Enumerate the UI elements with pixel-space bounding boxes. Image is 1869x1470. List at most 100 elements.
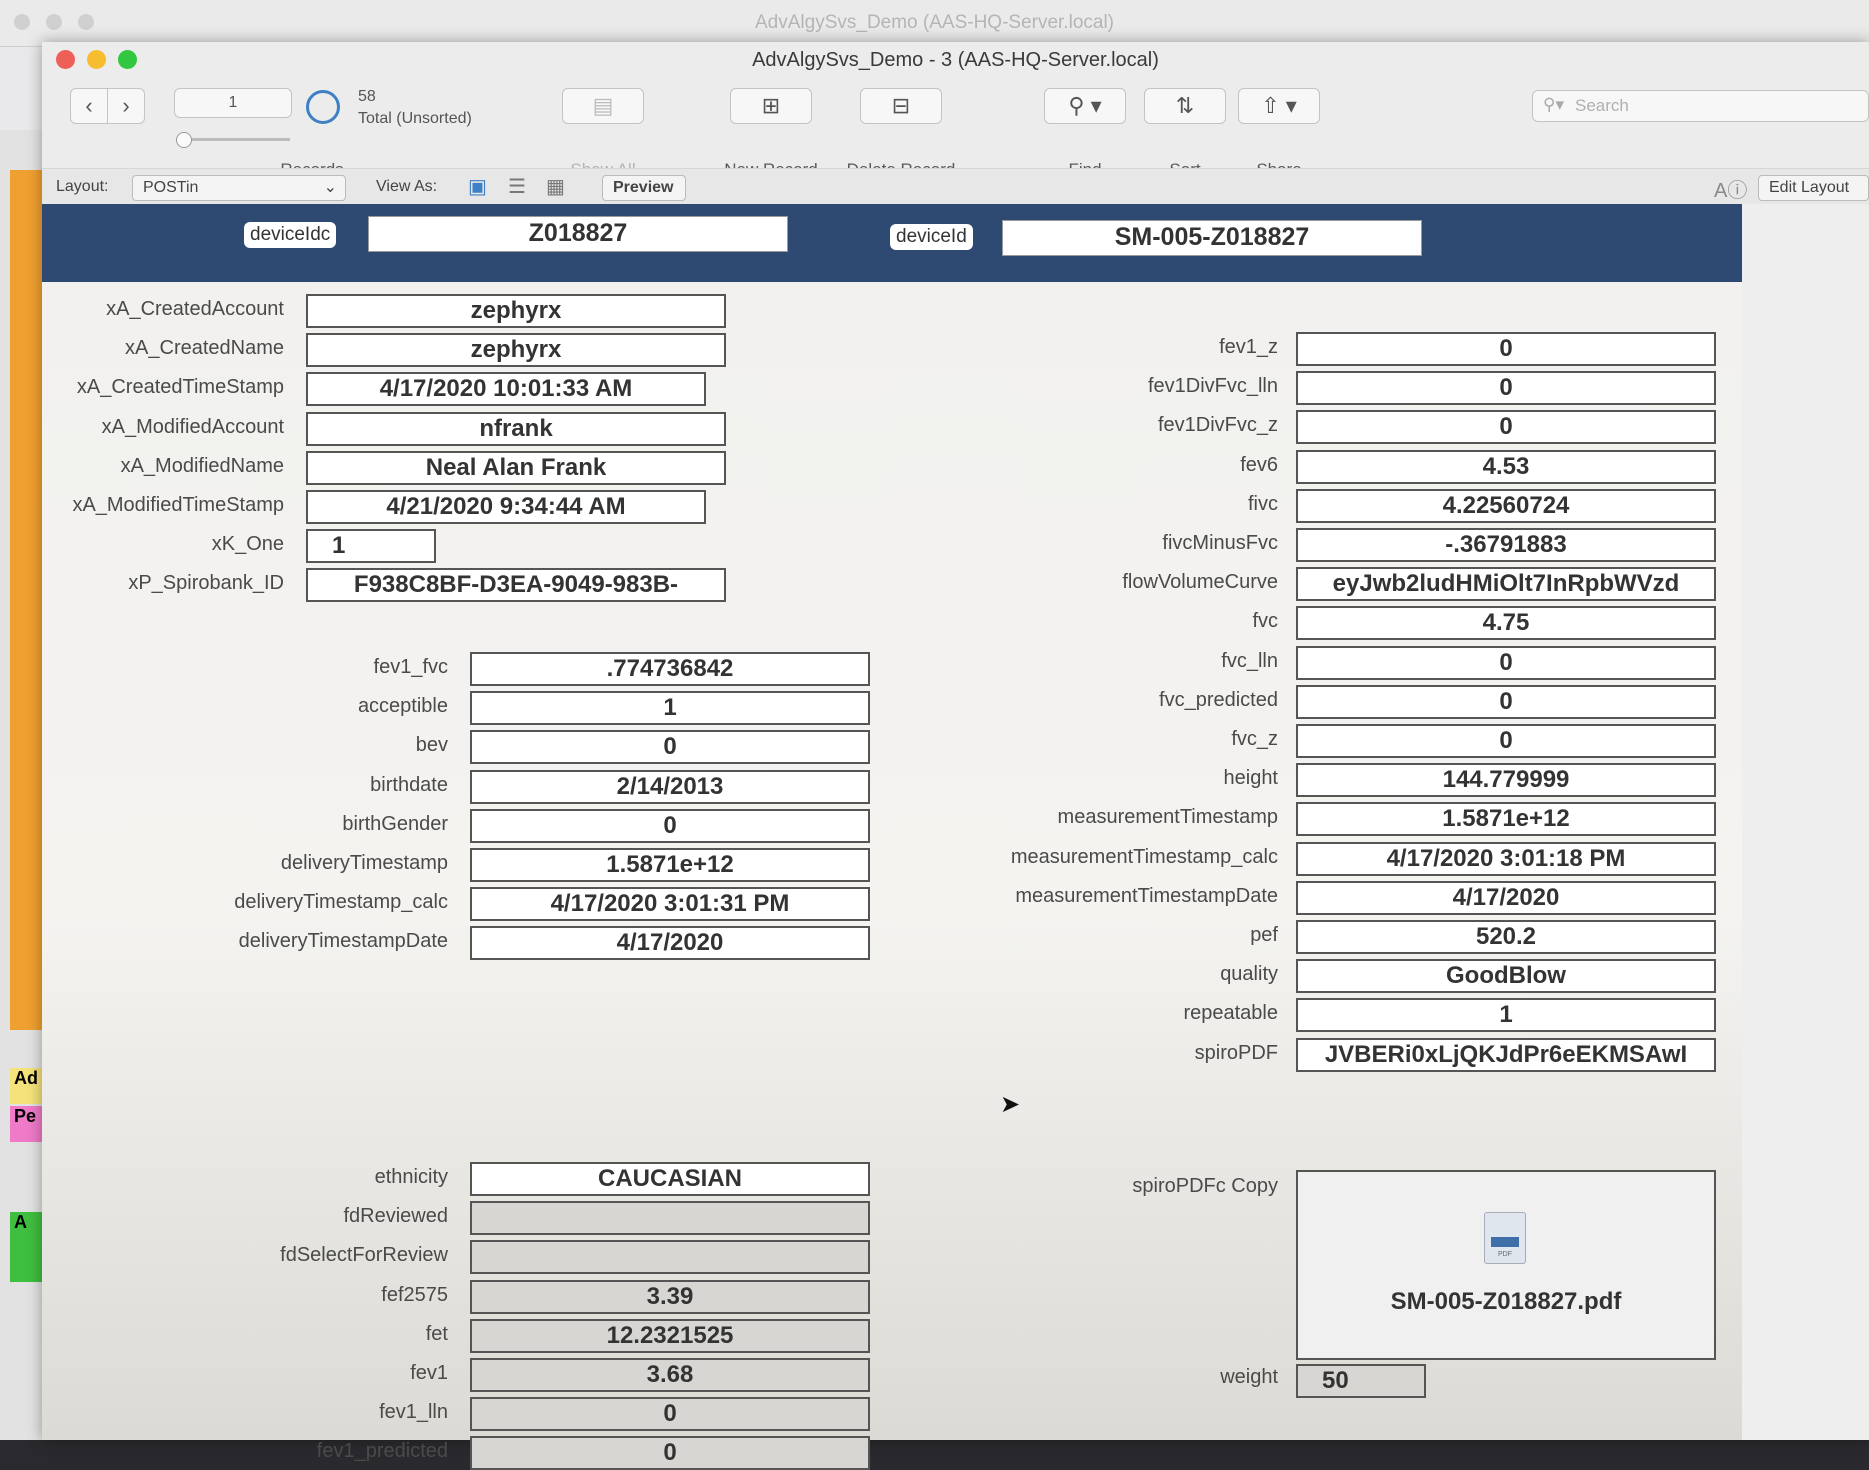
field-value[interactable]: 0 xyxy=(1296,645,1716,680)
field-value[interactable]: 3.39 xyxy=(470,1279,870,1314)
field-value[interactable]: 0 xyxy=(1296,410,1716,445)
share-button[interactable]: ⇧ ▾ xyxy=(1238,88,1320,124)
field-value[interactable]: 4/21/2020 9:34:44 AM xyxy=(306,490,706,524)
field-value[interactable]: 0 xyxy=(1296,371,1716,406)
field-value[interactable]: 1 xyxy=(1296,998,1716,1033)
delete-record-button[interactable]: ⊟ xyxy=(860,88,942,124)
field-label: height xyxy=(1223,767,1279,790)
sort-button[interactable]: ⇅ xyxy=(1144,88,1226,124)
list-view-icon[interactable]: ☰ xyxy=(508,174,526,199)
bg-item-pe[interactable]: Pe xyxy=(10,1106,42,1142)
field-value[interactable]: 1.5871e+12 xyxy=(470,848,870,882)
field-label: fdSelectForReview xyxy=(280,1244,448,1267)
field-value[interactable]: 1 xyxy=(306,529,436,564)
search-field[interactable]: ⚲▾ Search xyxy=(1532,90,1869,122)
field-value[interactable]: 3.68 xyxy=(470,1358,870,1392)
field-label: fivcMinusFvc xyxy=(1162,532,1278,554)
field-value[interactable]: 0 xyxy=(470,730,870,765)
field-value[interactable]: eyJwb2ludHMiOlt7InRpbWVzd xyxy=(1296,567,1716,602)
field-value[interactable]: Neal Alan Frank xyxy=(306,450,726,485)
field-value[interactable]: 4/17/2020 xyxy=(470,926,870,961)
field-value[interactable]: 0 xyxy=(470,1397,870,1432)
bg-item-ad[interactable]: Ad xyxy=(10,1068,42,1104)
field-label: xA_ModifiedAccount xyxy=(101,415,284,438)
field-value[interactable]: 4/17/2020 xyxy=(1296,880,1716,915)
field-value[interactable]: nfrank xyxy=(306,411,726,446)
field-label: acceptible xyxy=(357,695,448,718)
field-label: xA_CreatedName xyxy=(125,337,284,360)
field-label: fev1 xyxy=(410,1362,448,1384)
weight-field[interactable]: 50 xyxy=(1296,1364,1426,1398)
field-value[interactable]: -.36791883 xyxy=(1296,528,1716,562)
field-label: birthdate xyxy=(370,773,448,796)
field-value[interactable]: 4.22560724 xyxy=(1296,488,1716,523)
field-value[interactable]: CAUCASIAN xyxy=(470,1162,870,1196)
field-value[interactable]: .774736842 xyxy=(470,652,870,686)
pdf-file-icon-caption: PDF xyxy=(1498,1251,1512,1258)
pdf-container-field[interactable]: PDF SM-005-Z018827.pdf xyxy=(1296,1170,1716,1360)
pdf-file-icon-band xyxy=(1491,1237,1519,1247)
field-value[interactable]: 2/14/2013 xyxy=(470,769,870,804)
deviceid-field[interactable]: SM-005-Z018827 xyxy=(1002,220,1422,256)
preview-button[interactable]: Preview xyxy=(602,175,686,201)
pdf-filename: SM-005-Z018827.pdf xyxy=(1390,1288,1622,1315)
field-value[interactable]: 144.779999 xyxy=(1296,763,1716,798)
record-slider-thumb[interactable] xyxy=(176,132,192,148)
edit-layout-button[interactable]: Edit Layout xyxy=(1758,175,1869,201)
layout-select[interactable]: POSTin ⌄ xyxy=(132,175,346,201)
records-pie-icon xyxy=(306,90,340,124)
field-value[interactable]: 0 xyxy=(1296,724,1716,758)
text-format-icon[interactable]: Aⓘ xyxy=(1714,174,1747,203)
field-value[interactable]: 4.53 xyxy=(1296,449,1716,484)
field-value[interactable]: JVBERi0xLjQKJdPr6eEKMSAwI xyxy=(1296,1037,1716,1072)
window-title: AdvAlgySvs_Demo - 3 (AAS-HQ-Server.local… xyxy=(752,49,1159,71)
minus-icon: ⊟ xyxy=(891,93,911,118)
field-value[interactable]: 0 xyxy=(1296,332,1716,366)
new-record-button[interactable]: ⊞ xyxy=(730,88,812,124)
mouse-cursor-icon: ➤ xyxy=(1000,1091,1021,1118)
field-value[interactable]: zephyrx xyxy=(306,333,726,368)
field-value[interactable]: 0 xyxy=(1296,684,1716,719)
form-view-icon[interactable]: ▣ xyxy=(468,174,487,199)
background-window-titlebar: AdvAlgySvs_Demo (AAS-HQ-Server.local) xyxy=(0,0,1869,47)
field-label: fev1DivFvc_lln xyxy=(1147,375,1278,398)
layout-label: Layout: xyxy=(56,178,109,195)
deviceidc-label: deviceIdc xyxy=(244,222,337,248)
field-value[interactable]: 1 xyxy=(470,691,870,726)
show-all-button[interactable]: ▤ xyxy=(562,88,644,124)
field-value[interactable]: F938C8BF-D3EA-9049-983B- xyxy=(306,568,726,603)
field-value[interactable]: 1.5871e+12 xyxy=(1296,802,1716,837)
view-as-label: View As: xyxy=(376,178,438,195)
table-view-icon[interactable]: ▦ xyxy=(546,174,565,199)
field-label: repeatable xyxy=(1183,1002,1278,1025)
field-label: measurementTimestampDate xyxy=(1015,884,1278,907)
field-value[interactable]: 4/17/2020 3:01:31 PM xyxy=(470,887,870,922)
field-value[interactable]: GoodBlow xyxy=(1296,959,1716,994)
background-sidebar: La Ad Pe A xyxy=(0,130,42,1440)
plus-icon: ⊞ xyxy=(761,93,781,118)
field-label: flowVolumeCurve xyxy=(1122,571,1278,594)
previous-record-button[interactable]: ‹ xyxy=(70,88,108,124)
field-value[interactable] xyxy=(470,1240,870,1275)
show-all-icon: ▤ xyxy=(592,93,614,118)
record-slider-track[interactable] xyxy=(176,138,290,141)
next-record-button[interactable]: › xyxy=(107,88,145,124)
field-value[interactable]: 0 xyxy=(470,808,870,843)
record-number-input[interactable]: 1 xyxy=(174,88,292,118)
bg-item-a[interactable]: A xyxy=(10,1212,42,1282)
field-label: fev1_predicted xyxy=(316,1440,448,1463)
field-value[interactable]: zephyrx xyxy=(306,294,726,328)
find-button[interactable]: ⚲ ▾ xyxy=(1044,88,1126,124)
field-value[interactable]: 520.2 xyxy=(1296,920,1716,954)
field-value[interactable]: 0 xyxy=(470,1436,870,1470)
deviceidc-field[interactable]: Z018827 xyxy=(368,216,788,252)
field-value[interactable]: 4/17/2020 3:01:18 PM xyxy=(1296,841,1716,876)
search-placeholder: Search xyxy=(1575,96,1629,115)
field-value[interactable] xyxy=(470,1201,870,1236)
field-value[interactable]: 12.2321525 xyxy=(470,1318,870,1353)
field-label: fvc_predicted xyxy=(1159,688,1278,711)
field-label: measurementTimestamp xyxy=(1057,806,1278,829)
field-value[interactable]: 4/17/2020 10:01:33 AM xyxy=(306,372,706,407)
field-value[interactable]: 4.75 xyxy=(1296,606,1716,641)
field-label: deliveryTimestampDate xyxy=(238,930,448,953)
